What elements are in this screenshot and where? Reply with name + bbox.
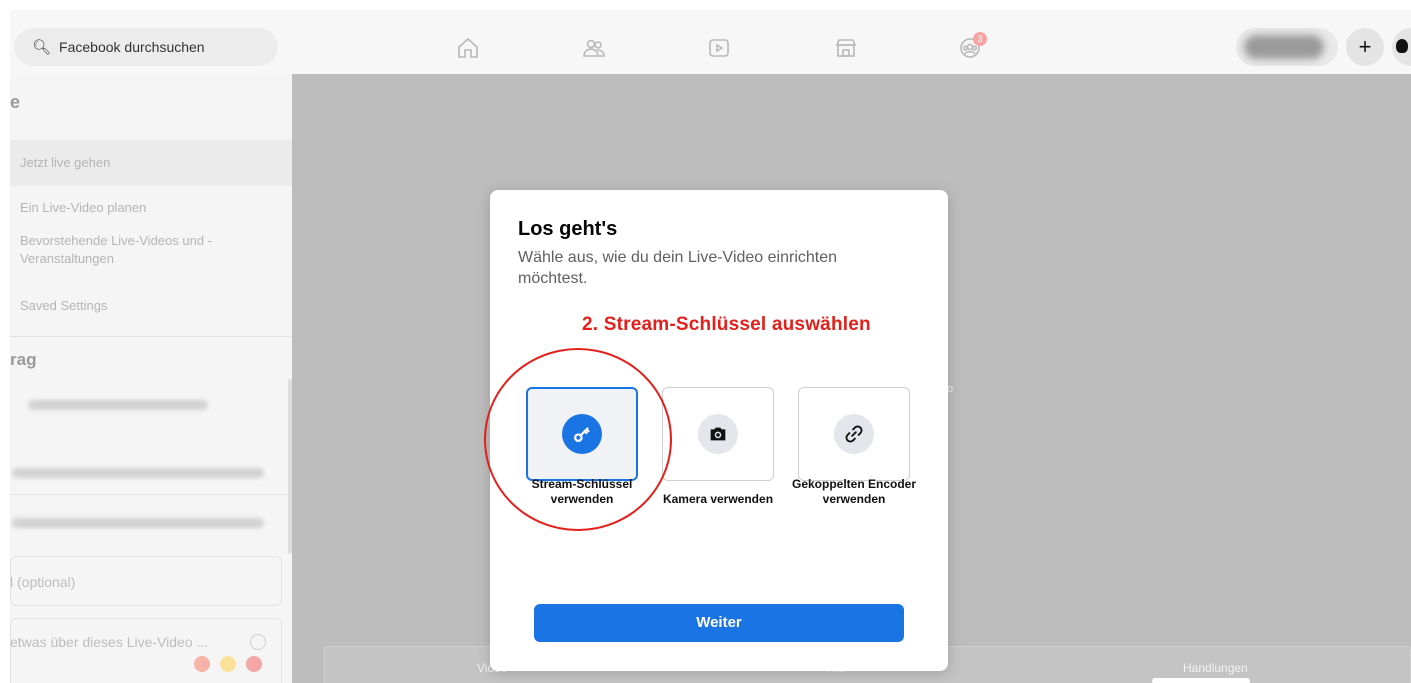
messenger-button[interactable]	[1392, 28, 1411, 66]
groups-icon[interactable]: 3	[958, 32, 987, 60]
location-icon[interactable]	[194, 656, 210, 672]
title-field-placeholder: l (optional)	[10, 574, 76, 590]
option-camera-label: Kamera verwenden	[662, 492, 774, 506]
option-paired-encoder-label: Gekoppelten Encoder verwenden	[791, 477, 917, 506]
create-button[interactable]: +	[1346, 28, 1384, 66]
top-bar: 🔍︎ Facebook durchsuchen 3 +	[10, 10, 1411, 74]
background-strip	[1152, 678, 1250, 683]
groups-badge: 3	[973, 32, 987, 46]
sidebar-header: e	[10, 92, 21, 112]
profile-button[interactable]	[1236, 28, 1338, 66]
continue-button[interactable]: Weiter	[534, 604, 904, 642]
friends-icon[interactable]	[582, 36, 606, 60]
tab-actions[interactable]: Handlungen	[1183, 661, 1248, 675]
blurred-dropdown[interactable]	[12, 468, 264, 478]
description-field[interactable]	[10, 618, 282, 683]
annotation-text: 2. Stream-Schlüssel auswählen	[582, 314, 871, 335]
link-icon	[834, 414, 874, 454]
emoji-icon[interactable]	[250, 634, 266, 650]
sidebar: e Jetzt live gehen Ein Live-Video planen…	[10, 74, 292, 683]
sidebar-item-go-live[interactable]: Jetzt live gehen	[10, 140, 292, 186]
sidebar-divider	[10, 336, 292, 337]
sidebar-item-upcoming[interactable]: Bevorstehende Live-Videos und -Veranstal…	[20, 232, 270, 268]
blurred-dropdown[interactable]	[12, 518, 264, 528]
sidebar-section-title: rag	[10, 350, 37, 369]
home-icon[interactable]	[456, 36, 480, 60]
search-input[interactable]: 🔍︎ Facebook durchsuchen	[14, 28, 278, 66]
messenger-icon	[1396, 39, 1408, 53]
description-placeholder: etwas über dieses Live-Video ...	[10, 634, 209, 650]
search-icon: 🔍︎	[32, 39, 52, 56]
feeling-icon[interactable]	[220, 656, 236, 672]
blurred-account	[28, 400, 208, 410]
sidebar-scrollbar[interactable]	[288, 379, 292, 554]
camera-icon	[698, 414, 738, 454]
sidebar-item-schedule[interactable]: Ein Live-Video planen	[20, 200, 146, 215]
avatar	[1244, 35, 1324, 59]
marketplace-icon[interactable]	[834, 36, 858, 60]
option-paired-encoder[interactable]	[798, 387, 910, 481]
option-camera[interactable]	[662, 387, 774, 481]
app-window: 🔍︎ Facebook durchsuchen 3 + e Jetzt live…	[10, 10, 1411, 683]
annotation-highlight-circle	[484, 348, 672, 531]
sidebar-item-saved-settings[interactable]: Saved Settings	[20, 298, 107, 313]
modal-subtitle: Wähle aus, wie du dein Live-Video einric…	[518, 249, 838, 287]
sidebar-divider	[10, 494, 292, 495]
modal-title: Los geht's	[518, 218, 618, 240]
tag-icon[interactable]	[246, 656, 262, 672]
watch-icon[interactable]	[707, 36, 731, 60]
search-placeholder: Facebook durchsuchen	[59, 39, 205, 55]
